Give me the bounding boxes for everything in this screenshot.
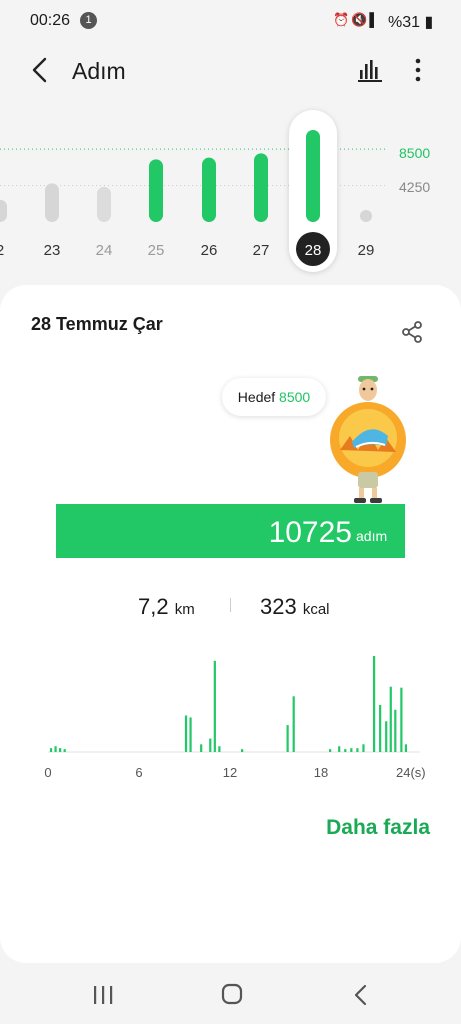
home-icon[interactable] [221,983,243,1005]
hourly-bar [356,748,359,752]
hourly-bar [329,749,332,752]
goal-line-label: 8500 [399,145,430,161]
recents-icon[interactable] [92,985,114,1005]
day-bar-26 [202,157,216,222]
day-column-24[interactable]: 24 [96,186,113,259]
hourly-bar [379,704,382,752]
hourly-bar [49,748,53,752]
mid-line-label: 4250 [399,179,430,195]
status-time: 00:26 [30,12,71,29]
day-bar-27 [254,153,268,222]
steps-unit: adım [356,528,388,544]
bar-chart-icon[interactable] [358,58,382,82]
goal-value: 8500 [279,389,311,405]
day-label: 25 [148,242,165,259]
nav-back-icon[interactable] [352,984,370,1006]
hourly-bar [218,746,221,752]
day-bar-29 [360,210,372,222]
day-label: 24 [96,242,113,259]
day-label: 29 [358,242,375,259]
day-label: 23 [44,242,61,259]
calories-unit: kcal [302,601,330,618]
day-column-27[interactable]: 27 [253,153,270,259]
hourly-bar [400,687,403,752]
share-icon[interactable] [400,320,424,344]
day-bar-28 [306,130,320,222]
card-date: 28 Temmuz Çar [31,314,163,334]
hourly-bar [200,744,203,752]
day-bar-25 [149,159,163,222]
day-label: 27 [253,242,270,259]
day-column-23[interactable]: 23 [44,183,61,259]
stat-divider [230,598,231,612]
hourly-bar [189,717,192,752]
mute-icon: 🔇 [351,12,370,27]
hourly-bar [63,749,66,752]
notification-count-badge: 1 [80,12,97,29]
day-label: 28 [305,242,322,259]
more-button[interactable]: Daha fazla [300,816,430,840]
battery-icon: ▮ [424,14,434,31]
hourly-bar [344,749,347,752]
day-column-28[interactable]: 28 [289,110,337,272]
hourly-bar [59,748,62,752]
hourly-bar [372,656,376,752]
status-icons: ⏰🔇▌ [333,12,381,28]
hourly-tick-label: 12 [223,765,237,780]
goal-prefix: Hedef [237,389,276,405]
day-column-26[interactable]: 26 [201,157,218,259]
alarm-icon: ⏰ [333,12,352,27]
hourly-tick-label: 18 [314,765,328,780]
hourly-bar [213,660,216,752]
mascot-illustration [330,376,406,503]
day-column-2[interactable]: 2 [0,199,7,259]
hourly-tick-label: 24(s) [396,765,426,780]
hourly-tick-label: 0 [44,765,51,780]
day-label: 2 [0,242,4,259]
steps-total-bar: 10725 adım [56,504,405,558]
distance-unit: km [174,601,195,618]
hourly-bar [241,749,244,752]
battery-level: %31 ▮ [388,14,434,31]
signal-icon: ▌ [369,12,381,27]
steps-count: 10725 [268,516,352,549]
day-column-29[interactable]: 29 [358,210,375,259]
hourly-bar [404,744,408,752]
hourly-tick-label: 6 [135,765,142,780]
hourly-bar [209,738,212,752]
hourly-bar [184,715,188,752]
day-bar-24 [97,186,111,222]
hourly-bar [54,746,57,752]
day-bar-2 [0,199,7,222]
distance-value: 7,2 km [138,594,195,619]
goal-bubble: Hedef 8500 [222,378,326,416]
more-vertical-icon[interactable] [408,57,428,83]
day-bar-23 [45,183,59,222]
status-bar: 00:26 1 ⏰🔇▌ %31 ▮ [0,0,461,42]
hourly-steps-chart: 0 6 12 18 24(s) [44,656,426,780]
hourly-bar [362,744,365,752]
back-arrow-icon[interactable] [28,56,52,84]
hourly-bar [292,696,295,752]
page-title: Adım [72,58,126,84]
day-column-25[interactable]: 25 [148,159,165,259]
hourly-bar [286,725,289,752]
calories-value: 323 kcal [260,594,330,619]
hourly-bar [338,746,341,752]
hourly-bar [394,709,397,752]
day-label: 26 [201,242,218,259]
hourly-bar [389,686,392,752]
hourly-bar [350,748,353,752]
weekly-steps-chart[interactable]: 2 23 24 25 26 27 28 29 8500 4250 [0,100,461,280]
hourly-bar [385,721,388,752]
